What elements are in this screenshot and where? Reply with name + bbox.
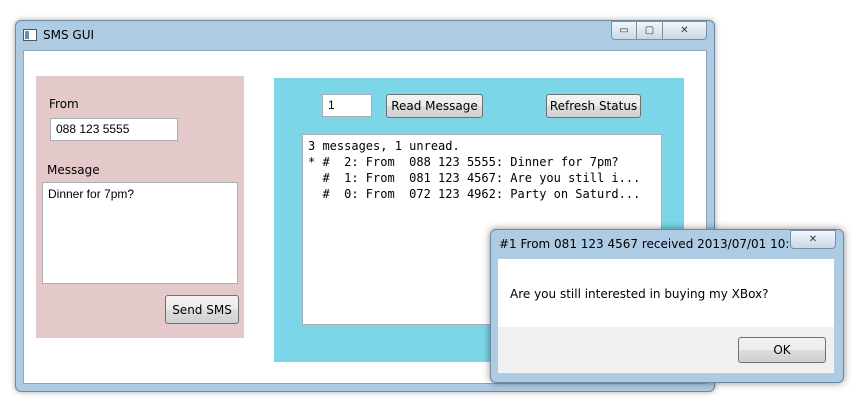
status-line: * # 2: From 088 123 5555: Dinner for 7pm…: [308, 155, 619, 169]
close-button[interactable]: ✕: [663, 21, 707, 40]
read-message-label: Read Message: [391, 99, 478, 113]
message-input[interactable]: Dinner for 7pm?: [42, 182, 238, 284]
ok-button[interactable]: OK: [738, 337, 826, 363]
popup-title: #1 From 081 123 4567 received 2013/07/01…: [499, 237, 799, 251]
close-icon: ✕: [680, 25, 689, 36]
from-label: From: [49, 97, 79, 111]
app-icon: [23, 29, 37, 41]
title-bar[interactable]: SMS GUI ▭ ▢ ✕: [16, 21, 714, 49]
maximize-button[interactable]: ▢: [637, 21, 663, 40]
refresh-status-button[interactable]: Refresh Status: [546, 94, 641, 118]
window-title: SMS GUI: [43, 28, 95, 42]
compose-panel: From 088 123 5555 Message Dinner for 7pm…: [36, 76, 244, 338]
maximize-icon: ▢: [644, 25, 655, 36]
close-icon: ✕: [808, 234, 818, 245]
refresh-status-label: Refresh Status: [549, 99, 638, 113]
popup-close-button[interactable]: ✕: [790, 230, 836, 249]
popup-body: Are you still interested in buying my XB…: [498, 259, 834, 327]
minimize-icon: ▭: [619, 25, 629, 36]
ok-label: OK: [773, 343, 791, 357]
status-line: # 1: From 081 123 4567: Are you still i.…: [308, 171, 641, 185]
send-sms-label: Send SMS: [172, 302, 232, 317]
status-line: 3 messages, 1 unread.: [308, 139, 460, 153]
minimize-button[interactable]: ▭: [611, 21, 637, 40]
from-input[interactable]: 088 123 5555: [50, 118, 178, 141]
popup-footer: OK: [498, 327, 834, 373]
status-line: # 0: From 072 123 4962: Party on Saturd.…: [308, 187, 641, 201]
send-sms-button[interactable]: Send SMS: [165, 295, 239, 324]
read-message-button[interactable]: Read Message: [386, 94, 483, 118]
message-label: Message: [47, 163, 100, 177]
window-controls: ▭ ▢ ✕: [611, 21, 707, 40]
popup-message: Are you still interested in buying my XB…: [510, 287, 769, 301]
message-popup: #1 From 081 123 4567 received 2013/07/01…: [490, 229, 844, 383]
message-index-input[interactable]: 1: [322, 94, 372, 117]
